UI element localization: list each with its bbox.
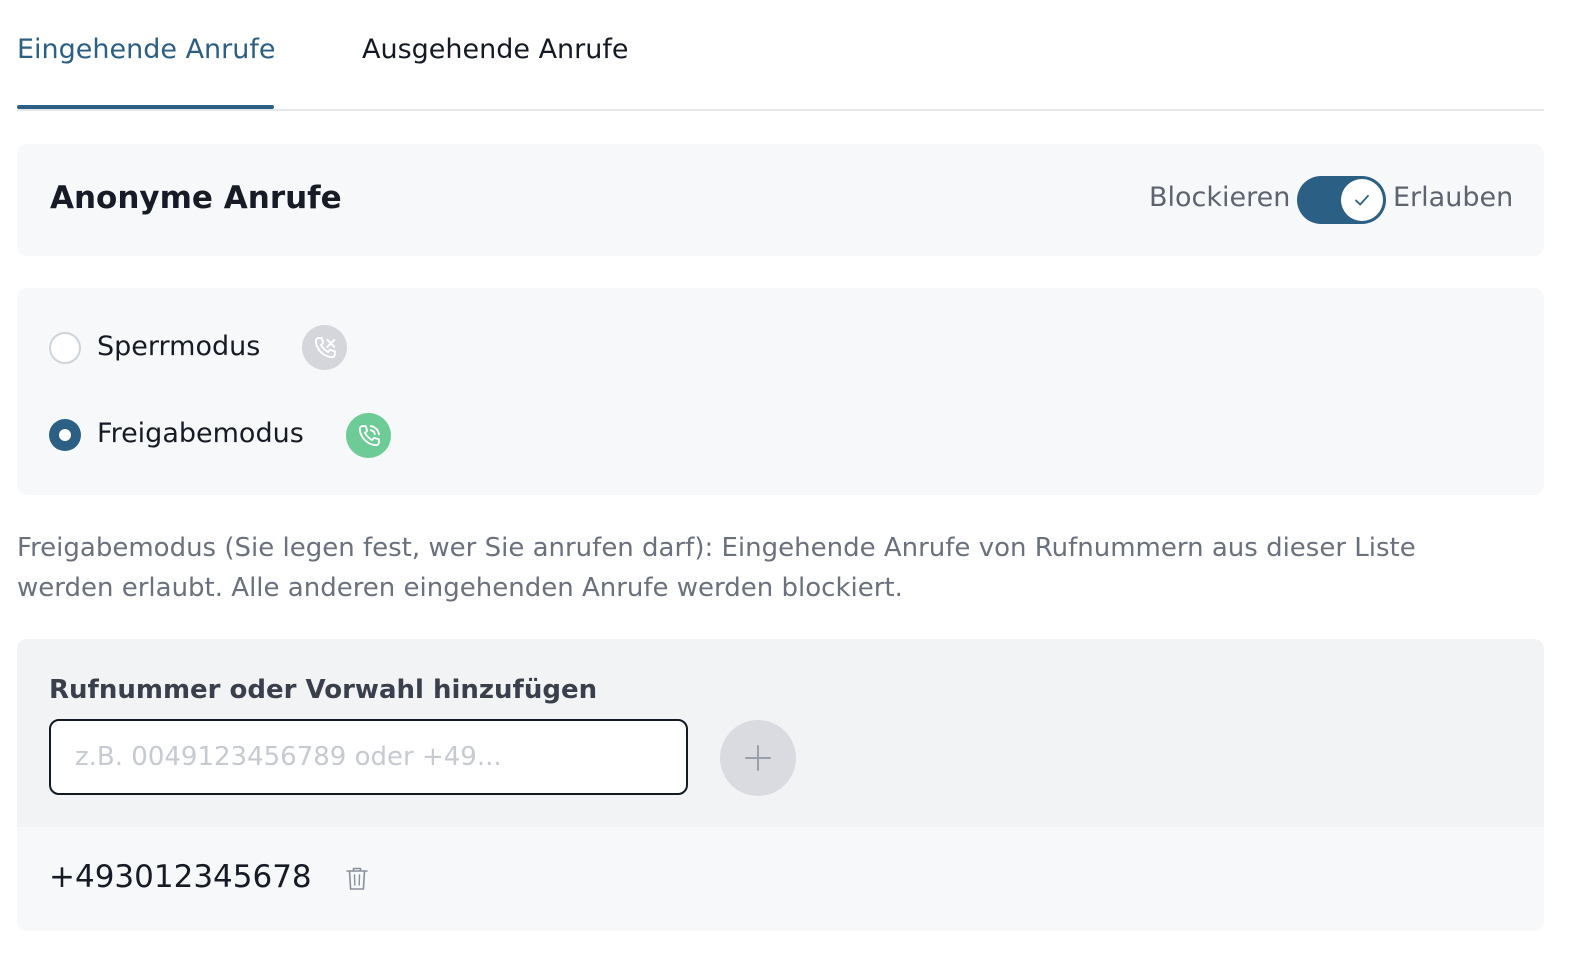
anonymous-calls-title: Anonyme Anrufe — [50, 180, 342, 216]
anonymous-calls-card: Anonyme Anrufe Blockieren Erlauben — [17, 144, 1544, 256]
blocking-mode-label[interactable]: Sperrmodus — [97, 331, 260, 362]
mode-card: Sperrmodus Freigabemodus — [17, 288, 1544, 495]
tab-outgoing-calls[interactable]: Ausgehende Anrufe — [362, 34, 628, 65]
call-tabs: Eingehende Anrufe Ausgehende Anrufe — [17, 0, 1544, 111]
phone-blocked-icon — [302, 325, 347, 370]
release-mode-description: Freigabemodus (Sie legen fest, wer Sie a… — [17, 533, 1416, 603]
list-item-number: +493012345678 — [49, 859, 312, 895]
radio-release-mode[interactable] — [49, 419, 81, 451]
release-mode-label[interactable]: Freigabemodus — [97, 418, 304, 449]
check-icon — [1355, 194, 1369, 206]
tab-incoming-calls[interactable]: Eingehende Anrufe — [17, 34, 276, 65]
plus-icon — [745, 745, 771, 771]
phone-ringing-icon — [346, 413, 391, 458]
anonymous-calls-toggle[interactable] — [1297, 176, 1386, 224]
toggle-allow-label: Erlauben — [1393, 182, 1514, 213]
toggle-knob — [1341, 179, 1383, 221]
add-number-label: Rufnummer oder Vorwahl hinzufügen — [49, 675, 598, 705]
phone-number-input[interactable] — [49, 719, 688, 795]
radio-blocking-mode[interactable] — [49, 332, 81, 364]
add-number-card: Rufnummer oder Vorwahl hinzufügen — [17, 639, 1544, 827]
delete-number-button[interactable] — [342, 863, 372, 895]
trash-icon — [346, 867, 368, 890]
active-tab-indicator — [17, 105, 274, 109]
number-list: +493012345678 — [17, 827, 1544, 931]
toggle-block-label: Blockieren — [1149, 182, 1291, 213]
add-number-button[interactable] — [720, 720, 796, 796]
